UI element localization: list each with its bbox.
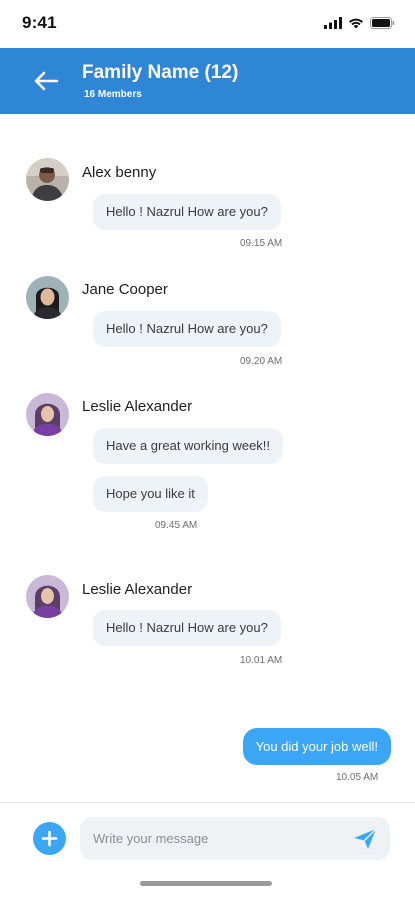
sender-name: Alex benny	[82, 164, 157, 181]
status-icons	[324, 15, 395, 31]
add-icon	[41, 830, 58, 847]
wifi-icon	[349, 18, 363, 29]
sender-name: Leslie Alexander	[82, 398, 193, 415]
message-time: 09.20 AM	[240, 356, 283, 367]
send-icon[interactable]	[352, 827, 378, 851]
group-title: Family Name (12)	[82, 62, 239, 83]
message-bubble[interactable]: Hello ! Nazrul How are you?	[93, 194, 281, 230]
message-input-container	[80, 817, 390, 860]
add-attachment-button[interactable]	[33, 822, 66, 855]
sender-name: Jane Cooper	[82, 281, 168, 298]
message-bubble[interactable]: Hello ! Nazrul How are you?	[93, 610, 281, 646]
message-time: 10.01 AM	[240, 655, 283, 666]
status-time: 9:41	[22, 13, 57, 32]
avatar[interactable]	[26, 575, 69, 618]
message-bubble[interactable]: Hope you like it	[93, 476, 208, 512]
sender-name: Leslie Alexander	[82, 581, 193, 598]
chat-header: Family Name (12) 16 Members	[0, 48, 415, 114]
outgoing-bubble[interactable]: You did your job well!	[242, 728, 391, 765]
message-input[interactable]	[80, 817, 340, 860]
avatar[interactable]	[26, 158, 69, 201]
battery-icon	[370, 17, 395, 29]
message-time: 09.15 AM	[240, 238, 283, 249]
message-bubble[interactable]: Have a great working week!!	[93, 428, 284, 464]
message-bubble[interactable]: Hello ! Nazrul How are you?	[93, 311, 281, 347]
outgoing-time: 10.05 AM	[336, 772, 379, 783]
status-bar: 9:41	[0, 0, 415, 48]
message-time: 09.45 AM	[155, 520, 198, 531]
avatar[interactable]	[26, 276, 69, 319]
signal-icon	[324, 17, 342, 29]
back-button[interactable]	[28, 66, 64, 96]
avatar[interactable]	[26, 393, 69, 436]
back-arrow-icon	[34, 71, 59, 91]
home-indicator	[140, 881, 272, 886]
member-count: 16 Members	[84, 89, 142, 100]
composer-divider	[0, 802, 415, 803]
